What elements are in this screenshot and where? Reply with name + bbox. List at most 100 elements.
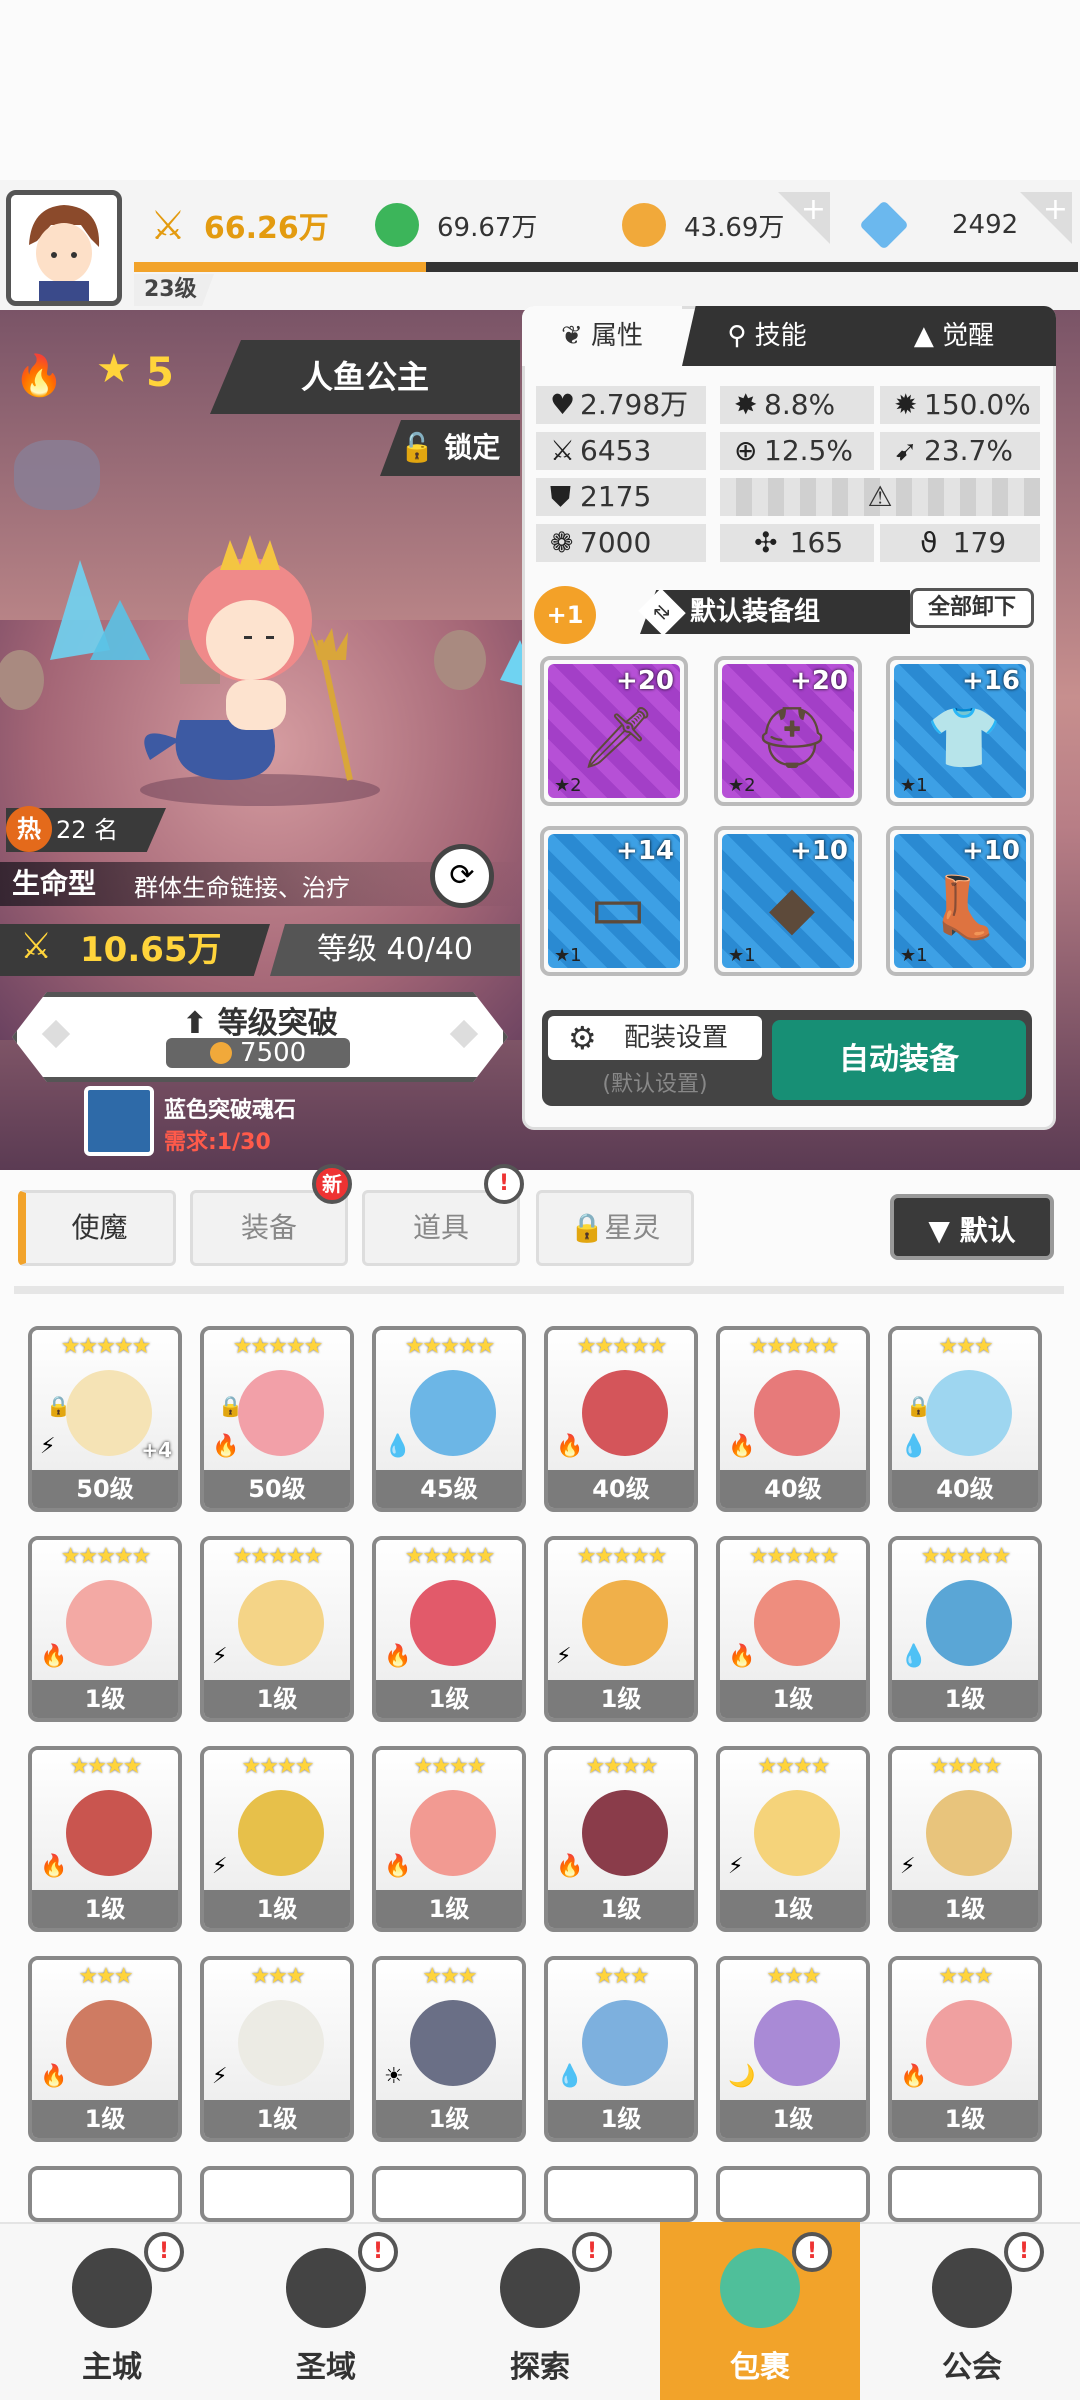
familiar-card[interactable]: ★★★★ ⚡ 1级 — [888, 1746, 1042, 1932]
power-resource: ⚔ 66.26万 — [150, 200, 329, 250]
tab-attributes[interactable]: ❦ 属性 — [522, 306, 682, 366]
familiar-card[interactable]: ★★★★★ 🔥 1级 — [28, 1536, 182, 1722]
star-rating: ★★★ — [938, 1964, 993, 1989]
hero-name: 人鱼公主 — [210, 340, 520, 414]
familiar-card-partial[interactable] — [888, 2166, 1042, 2222]
blue-soul-stone-icon[interactable] — [84, 1086, 154, 1156]
familiar-card[interactable]: ★★★★★ ⚡ 1级 — [544, 1536, 698, 1722]
familiar-level: 50级 — [204, 1470, 350, 1508]
familiar-card-partial[interactable] — [200, 2166, 354, 2222]
auto-equip-button[interactable]: 自动装备 — [772, 1020, 1026, 1100]
element-icon: 🔥 — [40, 1854, 68, 1879]
stat-speed-value: 7000 — [580, 526, 652, 559]
familiar-card[interactable]: ★★★★★ 💧 1级 — [888, 1536, 1042, 1722]
nav-castle[interactable]: 主城! — [12, 2222, 212, 2400]
familiar-card[interactable]: ★★★★ 🔥 1级 — [372, 1746, 526, 1932]
stat-hp: ♥ 2.798万 — [536, 386, 706, 424]
gold-coin-icon — [209, 1042, 232, 1064]
familiar-level: 1级 — [376, 1890, 522, 1928]
unequip-all-button[interactable]: 全部卸下 — [910, 588, 1034, 628]
stat-crit-damage-value: 150.0% — [924, 388, 1031, 421]
familiar-card[interactable]: ★★★★ ⚡ 1级 — [716, 1746, 870, 1932]
green-orb-value: 69.67万 — [437, 212, 538, 243]
gold-resource[interactable]: 43.69万 — [622, 200, 784, 250]
swap-icon[interactable]: ⟳ — [430, 844, 494, 908]
stat-crit: ✸ 8.8% — [720, 386, 874, 424]
stat-attack-value: 6453 — [580, 434, 652, 467]
familiar-face — [66, 1580, 152, 1666]
equipment-slot[interactable]: ▭ +14 ★1 — [540, 826, 688, 976]
equipment-slot[interactable]: 🗡 +20 ★2 — [540, 656, 688, 806]
equip-plus-one-badge[interactable]: +1 — [534, 586, 596, 644]
familiar-card[interactable]: ★★★★★ 🔥 1级 — [716, 1536, 870, 1722]
familiar-card[interactable]: ★★★ 🔒 💧 40级 — [888, 1326, 1042, 1512]
familiar-card-partial[interactable] — [544, 2166, 698, 2222]
equipment-slot[interactable]: 👢 +10 ★1 — [886, 826, 1034, 976]
nav-vortex[interactable]: 圣域! — [226, 2222, 426, 2400]
equipment-level: +10 — [962, 836, 1020, 866]
element-icon: 🔥 — [384, 1854, 412, 1879]
familiar-card[interactable]: ★★★★★ 🔥 40级 — [544, 1326, 698, 1512]
familiar-card[interactable]: ★★★★★ 🔥 40级 — [716, 1326, 870, 1512]
familiar-card[interactable]: ★★★★ 🔥 1级 — [544, 1746, 698, 1932]
familiar-face — [410, 1790, 496, 1876]
guild-helmet-icon — [932, 2248, 1012, 2328]
familiar-card-partial[interactable] — [716, 2166, 870, 2222]
familiar-level: 40级 — [892, 1470, 1038, 1508]
familiar-face — [410, 2000, 496, 2086]
soul-stone-name: 蓝色突破魂石 — [164, 1098, 297, 1123]
familiar-card-partial[interactable] — [372, 2166, 526, 2222]
equipment-level: +16 — [962, 666, 1020, 696]
tab-skills[interactable]: ⚲ 技能 — [682, 306, 852, 366]
familiar-face — [238, 1580, 324, 1666]
familiar-card[interactable]: ★★★★★ ⚡ 1级 — [200, 1536, 354, 1722]
equip-config-label: 配装设置 — [624, 1023, 729, 1053]
star-rating: ★★★ — [938, 1334, 993, 1359]
tab-star-spirit[interactable]: 🔒星灵 — [536, 1190, 694, 1266]
equipment-slot[interactable]: 👕 +16 ★1 — [886, 656, 1034, 806]
familiar-card[interactable]: ★★★★★ 🔥 1级 — [372, 1536, 526, 1722]
tab-familiars[interactable]: 使魔 — [18, 1190, 176, 1266]
familiar-card[interactable]: ★★★ 💧 1级 — [544, 1956, 698, 2142]
triforce-icon: ▲ — [913, 321, 943, 351]
equip-config-button[interactable]: ⚙ 配装设置 — [548, 1016, 762, 1060]
familiar-card[interactable]: ★★★★★ 🔒 🔥 50级 — [200, 1326, 354, 1512]
familiar-level: 1级 — [720, 1680, 866, 1718]
familiar-card[interactable]: ★★★★★ 💧 45级 — [372, 1326, 526, 1512]
player-avatar[interactable] — [6, 190, 122, 306]
familiar-card-partial[interactable] — [28, 2166, 182, 2222]
familiar-card[interactable]: ★★★ 🔥 1级 — [28, 1956, 182, 2142]
familiar-card[interactable]: ★★★ ☀ 1级 — [372, 1956, 526, 2142]
equipment-level: +20 — [616, 666, 674, 696]
alert-badge: ! — [792, 2232, 832, 2272]
hot-badge: 热 — [6, 806, 52, 852]
hero-lock-icon[interactable] — [14, 440, 100, 510]
equipment-slot[interactable]: ◆ +10 ★1 — [714, 826, 862, 976]
stat-special-2: ϑ 179 — [880, 524, 1040, 562]
familiar-level: 1级 — [376, 1680, 522, 1718]
familiar-card[interactable]: ★★★★ ⚡ 1级 — [200, 1746, 354, 1932]
green-orb-resource[interactable]: 69.67万 — [375, 200, 537, 250]
breakthrough-cost-value: 7500 — [240, 1038, 307, 1068]
nav-sword-stone[interactable]: 探索! — [440, 2222, 640, 2400]
nav-bag[interactable]: 包裹! — [660, 2222, 860, 2400]
star-rating: ★★★★★ — [920, 1544, 1012, 1569]
familiar-card[interactable]: ★★★★ 🔥 1级 — [28, 1746, 182, 1932]
breakthrough-title: ⬆ 等级突破 — [12, 998, 508, 1042]
tab-awakening[interactable]: ▲ 觉醒 — [852, 306, 1056, 366]
familiar-face — [754, 1790, 840, 1876]
sort-default-button[interactable]: ▼ 默认 — [890, 1194, 1054, 1260]
familiar-card[interactable]: ★★★ ⚡ 1级 — [200, 1956, 354, 2142]
nav-guild-helmet[interactable]: 公会! — [872, 2222, 1072, 2400]
familiar-card[interactable]: ★★★ 🌙 1级 — [716, 1956, 870, 2142]
nav-label: 包裹 — [730, 2350, 790, 2385]
gem-resource[interactable]: 2492 — [859, 200, 1018, 250]
lock-button[interactable]: 🔓 锁定 — [380, 420, 520, 476]
equipment-rank: ★1 — [554, 945, 582, 966]
stat-crit-value: 8.8% — [764, 388, 836, 421]
familiar-card[interactable]: ★★★ 🔥 1级 — [888, 1956, 1042, 2142]
familiar-card[interactable]: ★★★★★ 🔒 ⚡ +4 50级 — [28, 1326, 182, 1512]
equipment-slot[interactable]: ⛑ +20 ★2 — [714, 656, 862, 806]
element-icon: ⚡ — [728, 1854, 744, 1879]
gold-value: 43.69万 — [684, 212, 785, 243]
